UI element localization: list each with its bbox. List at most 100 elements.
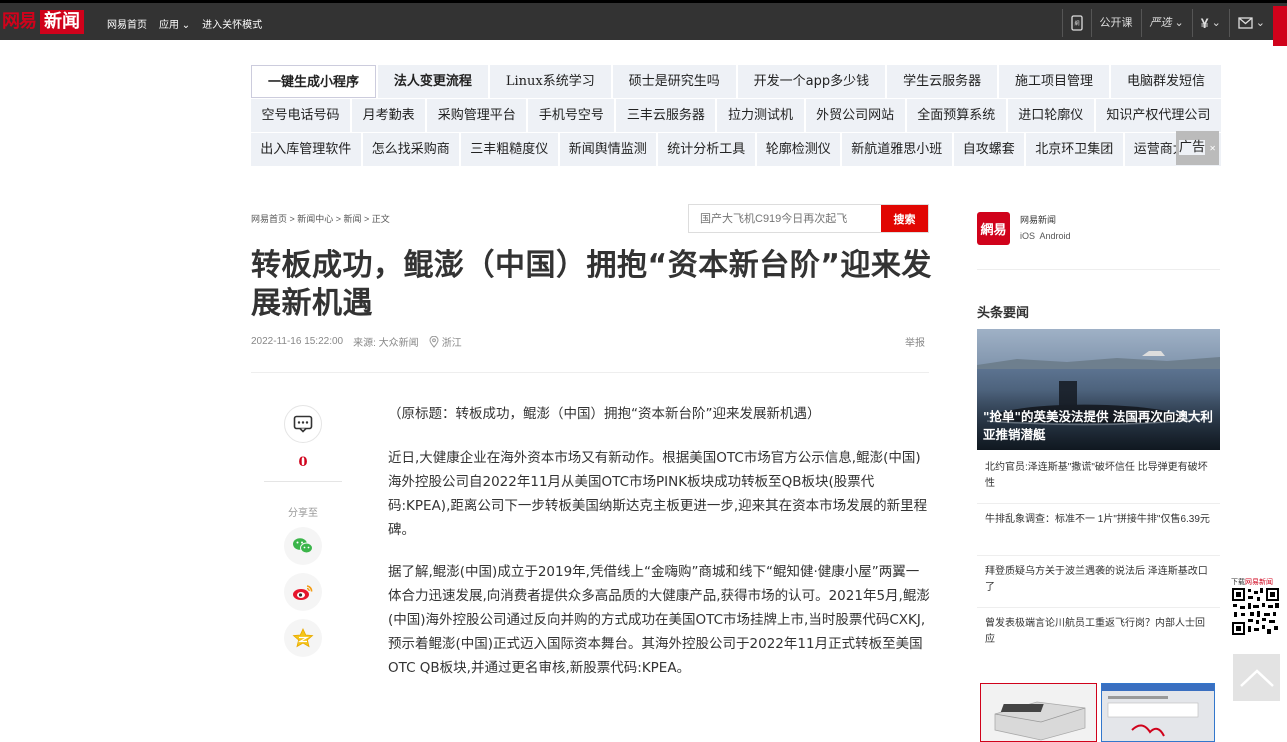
ad-row: 一键生成小程序 法人变更流程 Linux系统学习 硕士是研究生吗 开发一个app…	[251, 65, 1221, 99]
app-info: 网易新闻 iOS Android	[1020, 212, 1071, 245]
article-paragraph: 据了解,鲲澎(中国)成立于2019年,凭借线上“金嗨购”商城和线下“鲲知健·健康…	[388, 564, 930, 676]
nav-home-link[interactable]: 网易首页	[107, 16, 147, 31]
location-text: 浙江	[441, 338, 462, 349]
open-course-dropdown[interactable]: 公开课	[1090, 9, 1141, 37]
phone-icon: 網	[1070, 15, 1083, 31]
ad-link[interactable]: 三丰粗糙度仪	[461, 133, 558, 166]
ad-link[interactable]: 轮廓检测仪	[756, 133, 840, 166]
ad-link[interactable]: 怎么找采购商	[362, 133, 459, 166]
headline-item[interactable]: 曾发表极端言论川航员工重返飞行岗？内部人士回应	[977, 608, 1220, 660]
ad-link[interactable]: 月考勤表	[352, 99, 426, 132]
headline-hero-card[interactable]: "抢单"的英美没法提供 法国再次向澳大利亚推销潜艇	[977, 329, 1220, 450]
chevron-down-icon: ⌄	[1255, 17, 1265, 29]
ad-link[interactable]: 采购管理平台	[427, 99, 527, 132]
software-ad-thumbnail[interactable]	[1101, 683, 1215, 742]
ad-link[interactable]: 法人变更流程	[377, 65, 488, 98]
share-weibo-button[interactable]	[284, 573, 322, 611]
headline-item[interactable]: 拜登质疑乌方关于波兰遇袭的说法后 泽连斯基改口了	[977, 556, 1220, 608]
share-sidebar: 0 分享至	[264, 405, 342, 657]
ad-link[interactable]: 北京环卫集团	[1026, 133, 1123, 166]
ad-link[interactable]: 新闻舆情监测	[559, 133, 656, 166]
article-meta: 2022-11-16 15:22:00 来源: 大众新闻 浙江	[251, 334, 462, 349]
app-promo[interactable]: 網易 网易新闻 iOS Android	[977, 212, 1071, 245]
comment-count[interactable]: 0	[264, 455, 342, 470]
ad-label-badge[interactable]: 广告 ✕	[1176, 131, 1219, 165]
article-source[interactable]: 来源: 大众新闻	[353, 334, 419, 349]
ad-label-text: 广告	[1179, 140, 1206, 155]
comment-icon	[293, 415, 313, 433]
comment-button[interactable]	[284, 405, 322, 443]
netease-app-logo: 網易	[977, 212, 1010, 245]
qr-label-brand: 网易新闻	[1245, 579, 1273, 586]
app-download-qr[interactable]: 下载网易新闻	[1231, 577, 1281, 641]
ad-link[interactable]: 电脑群发短信	[1111, 65, 1221, 98]
ad-link[interactable]: 外贸公司网站	[805, 99, 905, 132]
ad-link[interactable]: 学生云服务器	[887, 65, 998, 98]
location-pin-icon	[429, 335, 439, 348]
open-course-label: 公开课	[1099, 17, 1133, 29]
ad-link[interactable]: 出入库管理软件	[251, 133, 361, 166]
finance-dropdown[interactable]: ¥ ⌄	[1191, 9, 1229, 37]
ad-link[interactable]: 手机号空号	[528, 99, 615, 132]
ad-link[interactable]: 一键生成小程序	[251, 65, 376, 98]
ad-link[interactable]: 进口轮廓仪	[1007, 99, 1094, 132]
ad-link[interactable]: 统计分析工具	[658, 133, 755, 166]
ad-link[interactable]: 开发一个app多少钱	[737, 65, 886, 98]
mail-icon	[1238, 17, 1253, 29]
netease-news-logo[interactable]: 网易 新闻	[0, 10, 84, 34]
app-platforms[interactable]: iOS Android	[1020, 228, 1071, 244]
qr-code-image	[1231, 587, 1280, 636]
back-to-top-button[interactable]	[1233, 654, 1280, 701]
nav-apps-label: 应用	[159, 20, 179, 31]
printer-ad-thumbnail[interactable]	[980, 683, 1097, 742]
ad-link[interactable]: 三丰云服务器	[616, 99, 716, 132]
top-right-red-strip	[1273, 6, 1287, 46]
headline-list: 北约官员:泽连斯基"撒谎"破坏信任 比导弹更有破坏性 牛排乱象调查：标准不一 1…	[977, 452, 1220, 660]
ad-link[interactable]: 拉力测试机	[717, 99, 804, 132]
share-qzone-button[interactable]	[284, 619, 322, 657]
qr-label: 下载网易新闻	[1231, 577, 1281, 587]
top-navigation-bar: 网易 新闻 网易首页 应用 ⌄ 进入关怀模式 網 公开课 严选 ⌄ ¥ ⌄ ⌄	[0, 0, 1287, 46]
ad-keyword-grid: 一键生成小程序 法人变更流程 Linux系统学习 硕士是研究生吗 开发一个app…	[251, 65, 1221, 167]
ad-thumbnails	[980, 683, 1215, 742]
wechat-icon	[293, 538, 313, 554]
divider	[977, 269, 1220, 270]
top-right-tools: 網 公开课 严选 ⌄ ¥ ⌄ ⌄	[1061, 9, 1273, 37]
search-input[interactable]	[689, 205, 881, 232]
logo-wangyi-text: 网易	[2, 11, 37, 32]
breadcrumb[interactable]: 网易首页 > 新闻中心 > 新闻 > 正文	[251, 212, 390, 225]
divider	[264, 481, 342, 482]
ad-link[interactable]: 知识产权代理公司	[1095, 99, 1221, 132]
share-wechat-button[interactable]	[284, 527, 322, 565]
ad-link[interactable]: Linux系统学习	[489, 65, 611, 98]
mail-dropdown[interactable]: ⌄	[1228, 9, 1273, 37]
headline-hero-caption: "抢单"的英美没法提供 法国再次向澳大利亚推销潜艇	[983, 409, 1213, 442]
ad-link[interactable]: 新航道雅思小班	[842, 133, 952, 166]
report-link[interactable]: 举报	[905, 334, 925, 349]
qr-label-prefix: 下载	[1231, 579, 1245, 586]
mobile-app-button[interactable]: 網	[1061, 9, 1091, 37]
share-label: 分享至	[288, 508, 318, 519]
yanxuan-label: 严选	[1149, 16, 1172, 29]
search-button[interactable]: 搜索	[881, 205, 928, 232]
ad-link[interactable]: 全面预算系统	[906, 99, 1006, 132]
headline-item[interactable]: 牛排乱象调查：标准不一 1片"拼接牛排"仅售6.39元	[977, 504, 1220, 556]
nav-apps-dropdown[interactable]: 应用 ⌄	[159, 16, 190, 31]
weibo-icon	[293, 585, 313, 600]
article-paragraph: 近日,大健康企业在海外资本市场又有新动作。根据美国OTC市场官方公示信息,鲲澎(…	[388, 450, 928, 538]
svg-text:網: 網	[1074, 20, 1079, 27]
ad-link[interactable]: 硕士是研究生吗	[612, 65, 736, 98]
article-body: （原标题：转板成功，鲲澎（中国）拥抱“资本新台阶”迎来发展新机遇） 近日,大健康…	[388, 402, 930, 698]
yanxuan-dropdown[interactable]: 严选 ⌄	[1140, 9, 1192, 37]
ad-link[interactable]: 自攻螺套	[953, 133, 1024, 166]
chevron-down-icon: ⌄	[181, 20, 191, 31]
ad-link[interactable]: 施工项目管理	[999, 65, 1109, 98]
chevron-up-icon	[1239, 668, 1274, 687]
nav-care-mode-link[interactable]: 进入关怀模式	[202, 16, 262, 31]
divider	[251, 372, 929, 373]
ad-link[interactable]: 空号电话号码	[251, 99, 351, 132]
chevron-down-icon: ⌄	[1211, 17, 1221, 29]
article-title: 转板成功，鲲澎（中国）拥抱“资本新台阶”迎来发展新机遇	[251, 248, 932, 321]
location-tag: 浙江	[429, 334, 462, 349]
headline-item[interactable]: 北约官员:泽连斯基"撒谎"破坏信任 比导弹更有破坏性	[977, 452, 1220, 504]
